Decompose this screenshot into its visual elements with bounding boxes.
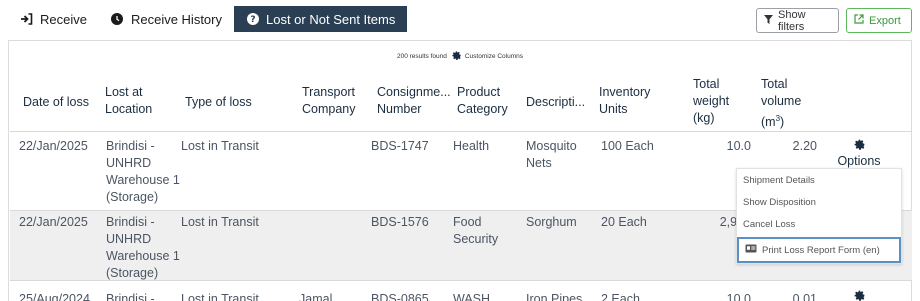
row-divider bbox=[10, 280, 912, 281]
id-card-icon bbox=[745, 244, 757, 256]
tab-receive[interactable]: Receive bbox=[8, 6, 99, 32]
row-category: Health bbox=[453, 139, 490, 153]
header-total-weight[interactable]: Total weight (kg) bbox=[693, 76, 729, 127]
gear-icon bbox=[451, 50, 462, 63]
filter-icon bbox=[764, 14, 773, 27]
gear-icon bbox=[853, 138, 866, 154]
show-filters-button[interactable]: Show filters bbox=[756, 8, 839, 33]
row-units: 2 Each bbox=[601, 292, 640, 301]
header-consignment-number[interactable]: Consignme... Number bbox=[377, 84, 451, 118]
header-product-category[interactable]: Product Category bbox=[457, 84, 508, 118]
row-volume: 0.01 bbox=[792, 292, 817, 301]
header-total-volume[interactable]: Total volume (m3) bbox=[761, 76, 801, 131]
external-link-icon bbox=[854, 14, 864, 27]
row-consignment: BDS-1747 bbox=[371, 139, 429, 153]
clock-icon bbox=[111, 13, 124, 26]
row-description: Sorghum bbox=[526, 215, 577, 229]
menu-item-print-loss-report[interactable]: Print Loss Report Form (en) bbox=[737, 237, 901, 263]
header-transport-company[interactable]: Transport Company bbox=[302, 84, 356, 118]
row-units: 100 Each bbox=[601, 139, 654, 153]
row-category: WASH bbox=[453, 292, 491, 301]
row-date: 25/Aug/2024 bbox=[19, 292, 90, 301]
row-type: Lost in Transit bbox=[181, 139, 259, 153]
row-weight: 10.0 bbox=[726, 139, 751, 153]
menu-item-cancel-loss[interactable]: Cancel Loss bbox=[737, 213, 901, 235]
header-type-of-loss[interactable]: Type of loss bbox=[185, 94, 252, 111]
menu-item-shipment-details[interactable]: Shipment Details bbox=[737, 169, 901, 191]
tab-bar: Receive Receive History ? Lost or Not Se… bbox=[8, 6, 408, 32]
row-units: 20 Each bbox=[601, 215, 647, 229]
options-label: Options bbox=[837, 154, 881, 168]
show-filters-label: Show filters bbox=[778, 8, 806, 33]
menu-item-show-disposition[interactable]: Show Disposition bbox=[737, 191, 901, 213]
tab-lost-label: Lost or Not Sent Items bbox=[266, 11, 396, 27]
header-divider bbox=[10, 131, 912, 132]
row-location: Brindisi - bbox=[106, 292, 155, 301]
row-description: Iron Pipes bbox=[526, 292, 583, 301]
row-consignment: BDS-1576 bbox=[371, 215, 429, 229]
tab-lost-or-not-sent[interactable]: ? Lost or Not Sent Items bbox=[234, 6, 408, 32]
options-button[interactable]: Options bbox=[831, 138, 887, 168]
row-consignment: BDS-0865 bbox=[371, 292, 429, 301]
row-date: 22/Jan/2025 bbox=[19, 215, 88, 229]
row-description: Mosquito Nets bbox=[526, 139, 577, 170]
row-volume: 2.20 bbox=[792, 139, 817, 153]
receive-arrow-icon bbox=[20, 13, 33, 26]
export-button[interactable]: Export bbox=[846, 8, 912, 33]
question-circle-icon: ? bbox=[246, 13, 259, 26]
gear-icon bbox=[853, 289, 866, 301]
header-inventory-units[interactable]: Inventory Units bbox=[599, 84, 650, 118]
row-category: Food Security bbox=[453, 215, 499, 246]
row-type: Lost in Transit bbox=[181, 215, 259, 229]
row-location: Brindisi - UNHRD Warehouse 1 (Storage) bbox=[106, 139, 180, 204]
row-type: Lost in Transit bbox=[181, 292, 259, 301]
results-count: 200 results found bbox=[396, 53, 447, 60]
tab-receive-history[interactable]: Receive History bbox=[99, 6, 234, 32]
export-label: Export bbox=[869, 14, 901, 27]
results-bar: 200 results found Customize Columns bbox=[9, 50, 911, 63]
options-button[interactable] bbox=[831, 289, 887, 301]
tab-receive-label: Receive bbox=[40, 11, 87, 27]
tab-receive-history-label: Receive History bbox=[130, 11, 222, 27]
header-date-of-loss[interactable]: Date of loss bbox=[23, 94, 89, 111]
svg-text:?: ? bbox=[250, 15, 255, 25]
print-loss-report-label: Print Loss Report Form (en) bbox=[762, 244, 880, 256]
row-transport: Jamal bbox=[299, 292, 333, 301]
row-weight: 10.0 bbox=[726, 292, 751, 301]
row-location: Brindisi - UNHRD Warehouse 1 (Storage) bbox=[106, 215, 180, 280]
row-date: 22/Jan/2025 bbox=[19, 139, 88, 153]
customize-columns-label: Customize Columns bbox=[464, 53, 524, 60]
options-dropdown-menu: Shipment Details Show Disposition Cancel… bbox=[736, 168, 902, 264]
header-lost-at-location[interactable]: Lost at Location bbox=[105, 84, 152, 118]
customize-columns-button[interactable]: Customize Columns bbox=[451, 50, 523, 63]
header-description[interactable]: Descripti... bbox=[526, 94, 585, 111]
